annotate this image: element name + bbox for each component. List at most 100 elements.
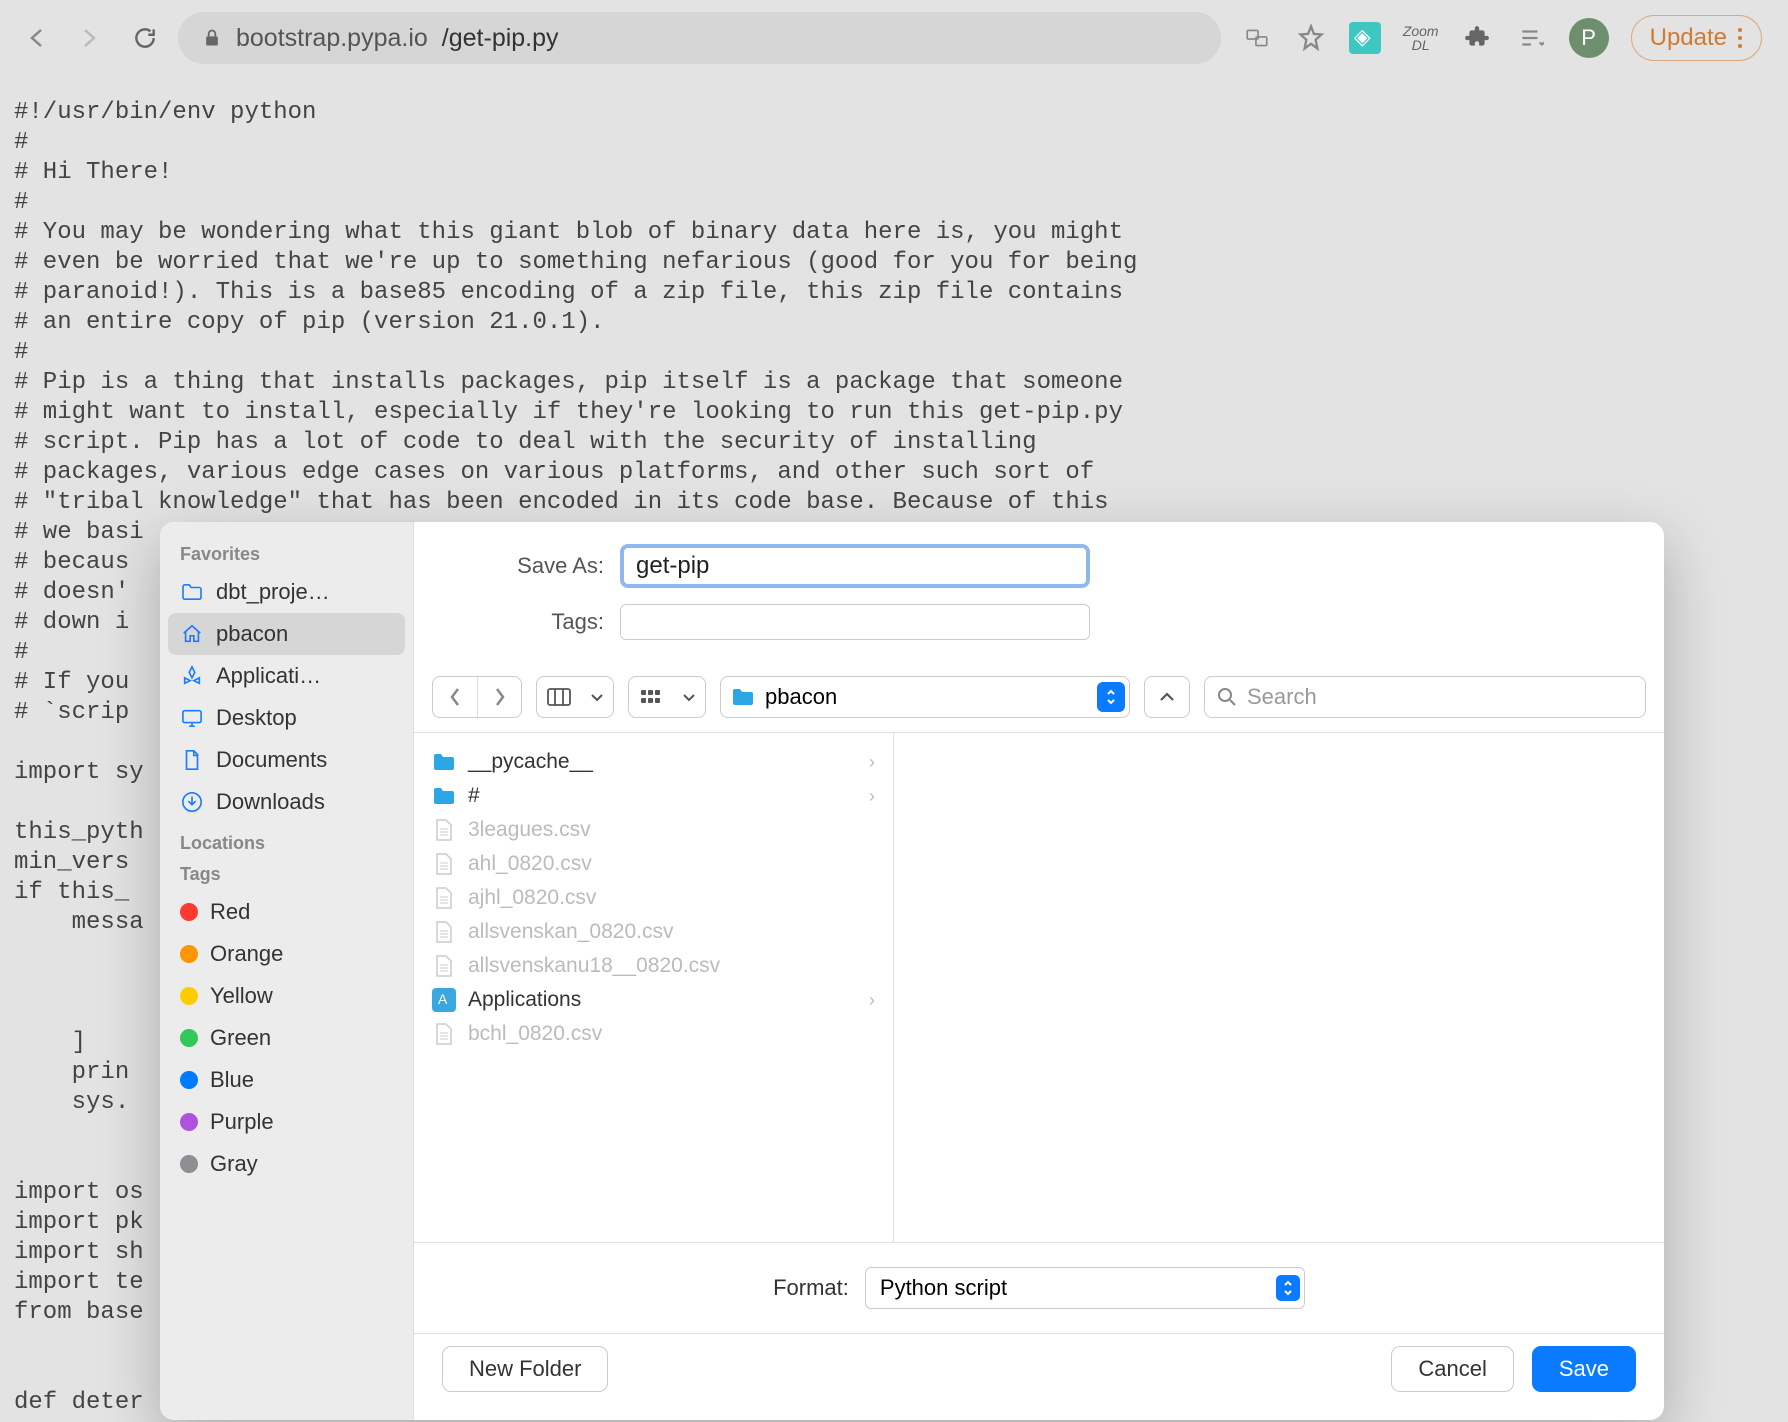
- document-icon: [432, 886, 456, 910]
- applications-icon: [432, 988, 456, 1012]
- tag-dot-icon: [180, 1155, 198, 1173]
- file-column[interactable]: __pycache__›#›3leagues.csvahl_0820.csvaj…: [414, 733, 894, 1242]
- location-selector[interactable]: pbacon: [720, 676, 1130, 718]
- forward-button[interactable]: [76, 26, 100, 50]
- address-bar[interactable]: bootstrap.pypa.io/get-pip.py: [178, 12, 1221, 64]
- browser-toolbar: bootstrap.pypa.io/get-pip.py Zoom DL P U…: [0, 0, 1788, 76]
- chevron-right-icon: ›: [869, 752, 875, 773]
- history-forward-button[interactable]: [477, 677, 521, 717]
- tag-label: Red: [210, 899, 250, 925]
- file-label: ajhl_0820.csv: [468, 886, 596, 910]
- file-row[interactable]: 3leagues.csv: [414, 813, 893, 847]
- new-folder-button[interactable]: New Folder: [442, 1346, 608, 1392]
- favorites-header: Favorites: [180, 544, 393, 565]
- tag-item-blue[interactable]: Blue: [168, 1059, 405, 1101]
- nav-arrows: [26, 25, 158, 51]
- reading-list-icon[interactable]: [1515, 22, 1547, 54]
- tag-item-purple[interactable]: Purple: [168, 1101, 405, 1143]
- folder-icon: [731, 687, 755, 707]
- file-browser: __pycache__›#›3leagues.csvahl_0820.csvaj…: [414, 733, 1664, 1242]
- tags-header: Tags: [180, 864, 393, 885]
- sidebar-item-documents[interactable]: Documents: [168, 739, 405, 781]
- tag-item-gray[interactable]: Gray: [168, 1143, 405, 1185]
- tag-item-orange[interactable]: Orange: [168, 933, 405, 975]
- sidebar-item-label: Desktop: [216, 705, 297, 731]
- file-row[interactable]: Applications ›: [414, 983, 893, 1017]
- update-button[interactable]: Update: [1631, 15, 1762, 61]
- download-icon: [180, 790, 204, 814]
- toolbar-right: Zoom DL P Update: [1241, 15, 1762, 61]
- profile-avatar[interactable]: P: [1569, 18, 1609, 58]
- tag-label: Blue: [210, 1067, 254, 1093]
- tag-label: Green: [210, 1025, 271, 1051]
- tag-item-yellow[interactable]: Yellow: [168, 975, 405, 1017]
- extension-teal-icon[interactable]: [1349, 22, 1381, 54]
- extensions-puzzle-icon[interactable]: [1461, 22, 1493, 54]
- dialog-sidebar: Favorites dbt_proje…pbacon Applicati… Desk…: [160, 522, 414, 1420]
- file-label: #: [468, 784, 480, 808]
- dialog-footer: New Folder Cancel Save: [414, 1333, 1664, 1420]
- lock-icon: [202, 28, 222, 48]
- tag-label: Purple: [210, 1109, 274, 1135]
- tag-label: Orange: [210, 941, 283, 967]
- url-host: bootstrap.pypa.io: [236, 24, 428, 53]
- file-label: ahl_0820.csv: [468, 852, 592, 876]
- tag-dot-icon: [180, 1071, 198, 1089]
- search-field[interactable]: Search: [1204, 676, 1646, 718]
- save-as-label: Save As:: [454, 553, 604, 579]
- sidebar-item-label: dbt_proje…: [216, 579, 330, 605]
- file-row[interactable]: bchl_0820.csv: [414, 1017, 893, 1051]
- sidebar-item-pbacon[interactable]: pbacon: [168, 613, 405, 655]
- reload-button[interactable]: [132, 25, 158, 51]
- sidebar-item-label: Applicati…: [216, 663, 321, 689]
- sidebar-item-downloads[interactable]: Downloads: [168, 781, 405, 823]
- chevron-right-icon: ›: [869, 990, 875, 1011]
- view-columns-segment[interactable]: [536, 676, 614, 718]
- cancel-button[interactable]: Cancel: [1391, 1346, 1513, 1392]
- dialog-toolrow: pbacon Search: [414, 668, 1664, 732]
- desktop-icon: [180, 706, 204, 730]
- save-as-input[interactable]: [620, 544, 1090, 588]
- format-row: Format: Python script: [414, 1242, 1664, 1333]
- document-icon: [432, 818, 456, 842]
- save-button[interactable]: Save: [1532, 1346, 1636, 1392]
- zoom-dl-icon[interactable]: Zoom DL: [1403, 24, 1439, 52]
- dialog-main: Save As: Tags:: [414, 522, 1664, 1420]
- file-label: Applications: [468, 988, 581, 1012]
- document-icon: [432, 1022, 456, 1046]
- tag-label: Yellow: [210, 983, 273, 1009]
- location-value: pbacon: [765, 684, 837, 710]
- sidebar-item-applicati-[interactable]: Applicati…: [168, 655, 405, 697]
- location-chevron-icon: [1097, 682, 1125, 712]
- document-icon: [432, 954, 456, 978]
- search-icon: [1217, 687, 1237, 707]
- sidebar-item-label: Downloads: [216, 789, 325, 815]
- file-row[interactable]: allsvenskan_0820.csv: [414, 915, 893, 949]
- file-row[interactable]: __pycache__ ›: [414, 745, 893, 779]
- tags-input[interactable]: [620, 604, 1090, 640]
- view-grid-segment[interactable]: [628, 676, 706, 718]
- back-button[interactable]: [26, 26, 50, 50]
- tag-item-red[interactable]: Red: [168, 891, 405, 933]
- file-label: __pycache__: [468, 750, 593, 774]
- translate-icon[interactable]: [1241, 22, 1273, 54]
- file-row[interactable]: #›: [414, 779, 893, 813]
- sidebar-item-label: Documents: [216, 747, 327, 773]
- file-row[interactable]: ajhl_0820.csv: [414, 881, 893, 915]
- document-icon: [432, 852, 456, 876]
- history-back-button[interactable]: [433, 677, 477, 717]
- tags-label: Tags:: [454, 609, 604, 635]
- bookmark-star-icon[interactable]: [1295, 22, 1327, 54]
- format-selector[interactable]: Python script: [865, 1267, 1305, 1309]
- save-dialog: Favorites dbt_proje…pbacon Applicati… Desk…: [160, 522, 1664, 1420]
- file-label: bchl_0820.csv: [468, 1022, 602, 1046]
- document-icon: [432, 920, 456, 944]
- tag-dot-icon: [180, 987, 198, 1005]
- update-label: Update: [1650, 24, 1727, 52]
- file-row[interactable]: ahl_0820.csv: [414, 847, 893, 881]
- sidebar-item-desktop[interactable]: Desktop: [168, 697, 405, 739]
- tag-item-green[interactable]: Green: [168, 1017, 405, 1059]
- sidebar-item-dbt-proje-[interactable]: dbt_proje…: [168, 571, 405, 613]
- collapse-button[interactable]: [1144, 676, 1190, 718]
- file-row[interactable]: allsvenskanu18__0820.csv: [414, 949, 893, 983]
